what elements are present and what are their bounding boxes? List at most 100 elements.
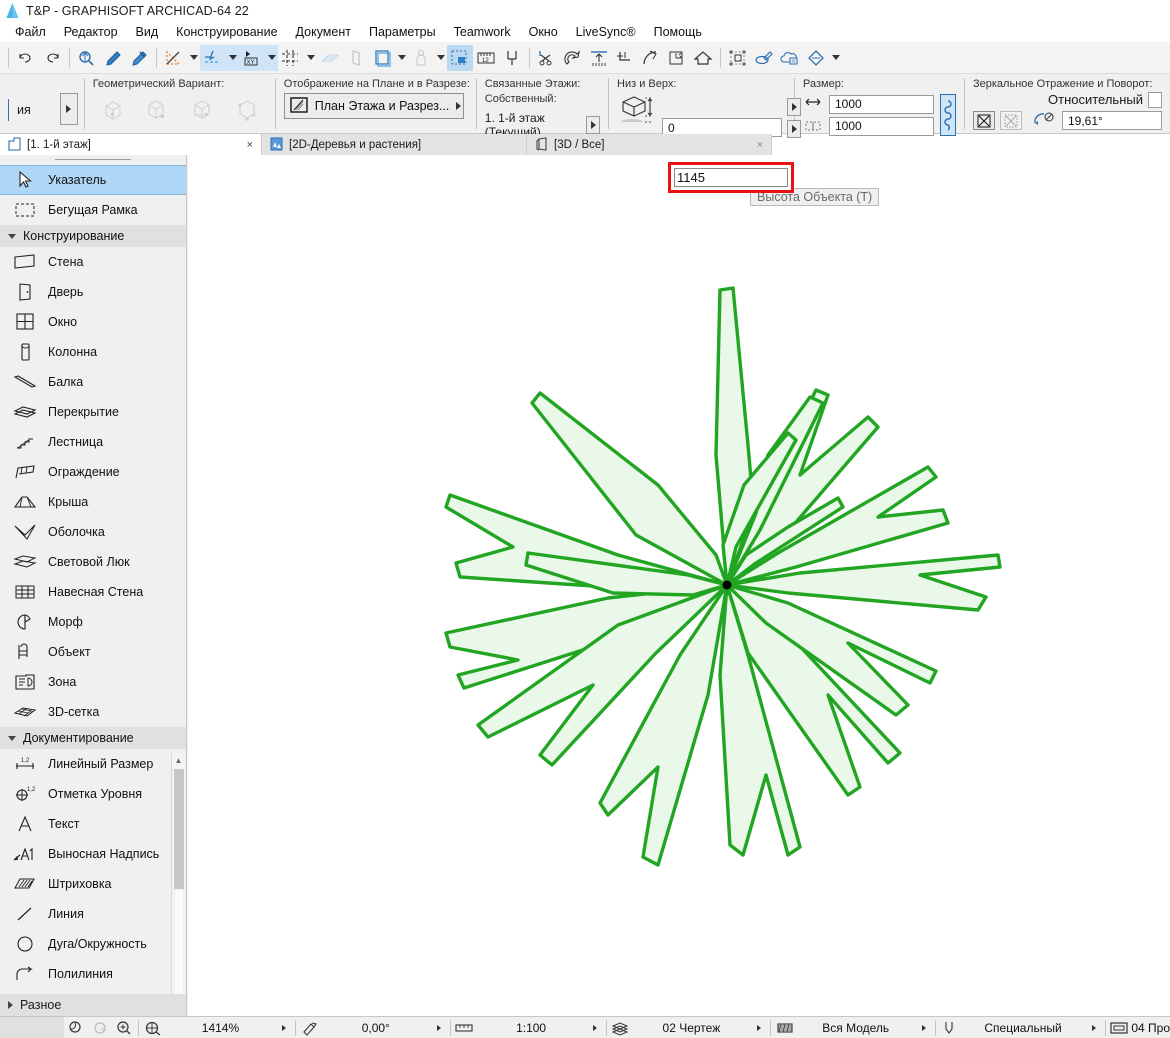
- toolbox-item-morph[interactable]: Морф: [0, 607, 186, 637]
- 3d-rotate-dropdown[interactable]: [829, 45, 842, 71]
- orientation-icon[interactable]: [298, 1020, 322, 1036]
- 3d-rotate-icon[interactable]: [803, 45, 829, 71]
- coordinate-xy-icon[interactable]: XY: [239, 45, 265, 71]
- mirror-x-icon[interactable]: [973, 111, 995, 130]
- partial-structure-dropdown[interactable]: [915, 1025, 933, 1031]
- redo-icon[interactable]: [39, 45, 65, 71]
- partial-structure-icon[interactable]: [773, 1021, 797, 1035]
- toolbox-item-text[interactable]: Текст: [0, 809, 186, 839]
- toolbox-group-design[interactable]: Конструирование: [0, 225, 186, 247]
- home-story-icon[interactable]: [690, 45, 716, 71]
- measure-caliper-icon[interactable]: [499, 45, 525, 71]
- toolbox-item-shell[interactable]: Оболочка: [0, 517, 186, 547]
- mirror-y-icon[interactable]: [1000, 111, 1022, 130]
- layer-combination-dropdown[interactable]: [750, 1025, 768, 1031]
- coordinate-xy-dropdown[interactable]: [265, 45, 278, 71]
- grid-plane-icon[interactable]: [317, 45, 343, 71]
- zoom-value[interactable]: 1414%: [165, 1021, 275, 1035]
- cube-solid-icon[interactable]: [93, 95, 133, 125]
- toolbox-item-arc-circle[interactable]: Дуга/Окружность: [0, 929, 186, 959]
- menu-document[interactable]: Документ: [287, 24, 360, 40]
- relative-mode-field[interactable]: [1148, 92, 1162, 108]
- toolbox-item-arrow[interactable]: Указатель: [0, 165, 186, 195]
- width-field[interactable]: 1000: [829, 95, 934, 114]
- layer-combination-icon[interactable]: [608, 1020, 632, 1036]
- scale-dropdown[interactable]: [586, 1025, 604, 1031]
- resize-box-icon[interactable]: [664, 45, 690, 71]
- zoom-previous-icon[interactable]: [88, 1020, 112, 1036]
- menu-view[interactable]: Вид: [127, 24, 168, 40]
- toolbox-item-line[interactable]: Линия: [0, 899, 186, 929]
- pen-set-value[interactable]: Специальный: [961, 1021, 1085, 1035]
- pen-edit-icon[interactable]: [751, 45, 777, 71]
- toolbox-item-slab[interactable]: Перекрытие: [0, 397, 186, 427]
- toolbox-item-beam[interactable]: Балка: [0, 367, 186, 397]
- toolbox-item-label[interactable]: Выносная Надпись: [0, 839, 186, 869]
- scrollbar-thumb[interactable]: [174, 769, 184, 889]
- toolbox-item-linear-dimension[interactable]: 1,2 Линейный Размер: [0, 749, 186, 779]
- toolbox-item-window[interactable]: Окно: [0, 307, 186, 337]
- offset-corner-icon[interactable]: [612, 45, 638, 71]
- toolbox-item-level-dimension[interactable]: 1,2 Отметка Уровня: [0, 779, 186, 809]
- toolbox-item-railing[interactable]: Ограждение: [0, 457, 186, 487]
- menu-help[interactable]: Помощь: [645, 24, 711, 40]
- display-on-plan-button[interactable]: План Этажа и Разрез...: [284, 93, 464, 119]
- toolbox-item-skylight[interactable]: Световой Люк: [0, 547, 186, 577]
- zoom-dropdown[interactable]: [275, 1025, 293, 1031]
- ruler-12-icon[interactable]: 12: [473, 45, 499, 71]
- menu-editor[interactable]: Редактор: [55, 24, 127, 40]
- chain-link-icon[interactable]: [940, 94, 956, 136]
- tab-floor-plan[interactable]: [1. 1-й этаж] ×: [0, 134, 262, 156]
- orientation-value[interactable]: 0,00°: [322, 1021, 430, 1035]
- layers-page-icon[interactable]: [369, 45, 395, 71]
- model-view-icon[interactable]: [1107, 1021, 1131, 1035]
- layers-dropdown[interactable]: [395, 45, 408, 71]
- scrollbar-track[interactable]: [174, 889, 184, 1009]
- menu-design[interactable]: Конструирование: [167, 24, 286, 40]
- zoom-measure-icon[interactable]: [74, 45, 100, 71]
- toolbox-item-stair[interactable]: Лестница: [0, 427, 186, 457]
- toolbox-group-documentation[interactable]: Документирование: [0, 727, 186, 749]
- menu-file[interactable]: Файл: [6, 24, 55, 40]
- group-select-icon[interactable]: [725, 45, 751, 71]
- toolbox-item-column[interactable]: Колонна: [0, 337, 186, 367]
- grid-snap-dropdown[interactable]: [304, 45, 317, 71]
- scale-value[interactable]: 1:100: [476, 1021, 586, 1035]
- toolbox-item-polyline[interactable]: Полилиния: [0, 959, 186, 989]
- cube-edge-icon[interactable]: [182, 95, 222, 125]
- curve-arc-icon[interactable]: [638, 45, 664, 71]
- angle-guide-dropdown[interactable]: [187, 45, 200, 71]
- person-scale-icon[interactable]: [408, 45, 434, 71]
- tab-3d-all-close[interactable]: ×: [741, 139, 763, 151]
- toolbox-item-zone[interactable]: Зона: [0, 667, 186, 697]
- tab-floor-plan-close[interactable]: ×: [231, 139, 253, 151]
- syringe-inject-icon[interactable]: [126, 45, 152, 71]
- marquee-3d-icon[interactable]: [447, 45, 473, 71]
- cube-corner-icon[interactable]: [138, 95, 178, 125]
- person-dropdown[interactable]: [434, 45, 447, 71]
- eyedropper-pickup-icon[interactable]: [100, 45, 126, 71]
- toolbox-item-fill[interactable]: Штриховка: [0, 869, 186, 899]
- scroll-up-icon[interactable]: ▲: [172, 753, 185, 767]
- orientation-dropdown[interactable]: [430, 1025, 448, 1031]
- menu-teamwork[interactable]: Teamwork: [445, 24, 520, 40]
- cloud-note-icon[interactable]: [777, 45, 803, 71]
- zoom-in-icon[interactable]: [112, 1020, 136, 1036]
- magic-wand-icon[interactable]: [560, 45, 586, 71]
- toolbox-item-marquee[interactable]: Бегущая Рамка: [0, 195, 186, 225]
- menu-livesync[interactable]: LiveSync®: [567, 24, 645, 40]
- layer-combination-value[interactable]: 02 Чертеж: [632, 1021, 750, 1035]
- grid-snap-icon[interactable]: [278, 45, 304, 71]
- scissors-trim-icon[interactable]: [534, 45, 560, 71]
- toolbox-item-door[interactable]: Дверь: [0, 277, 186, 307]
- fit-in-window-icon[interactable]: [141, 1020, 165, 1036]
- pen-set-dropdown[interactable]: [1085, 1025, 1103, 1031]
- height-field[interactable]: 1000: [829, 117, 934, 136]
- infobox-expand-button[interactable]: [60, 93, 78, 125]
- top-elevation-field-highlighted[interactable]: 1145: [668, 162, 794, 193]
- menu-options[interactable]: Параметры: [360, 24, 445, 40]
- scale-ruler-icon[interactable]: [452, 1021, 476, 1035]
- tab-3d-all[interactable]: [3D / Все] ×: [527, 134, 772, 156]
- toolbox-group-misc[interactable]: Разное: [0, 994, 186, 1016]
- linked-stories-dropdown[interactable]: [586, 116, 600, 134]
